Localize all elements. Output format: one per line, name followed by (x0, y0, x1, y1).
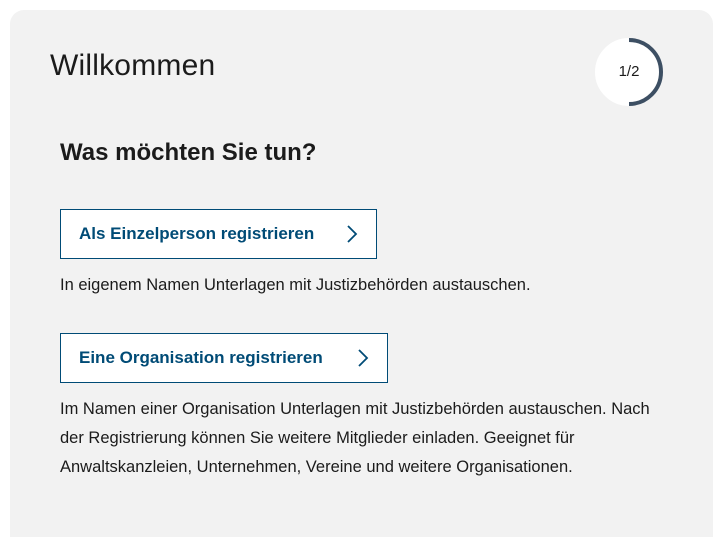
chevron-right-icon (346, 224, 358, 244)
chevron-right-icon (357, 348, 369, 368)
register-organisation-button[interactable]: Eine Organisation registrieren (60, 333, 388, 383)
page-title: Willkommen (50, 49, 216, 82)
step-indicator-label: 1/2 (618, 63, 640, 80)
register-individual-description: In eigenem Namen Unterlagen mit Justizbe… (60, 276, 531, 294)
question-heading: Was möchten Sie tun? (60, 139, 317, 166)
register-organisation-description: Im Namen einer Organisation Unterlagen m… (60, 400, 650, 476)
register-organisation-label: Eine Organisation registrieren (79, 348, 323, 367)
register-individual-button[interactable]: Als Einzelperson registrieren (60, 209, 377, 259)
register-individual-label: Als Einzelperson registrieren (79, 224, 315, 243)
step-progress-indicator: 1/2 (593, 36, 665, 108)
